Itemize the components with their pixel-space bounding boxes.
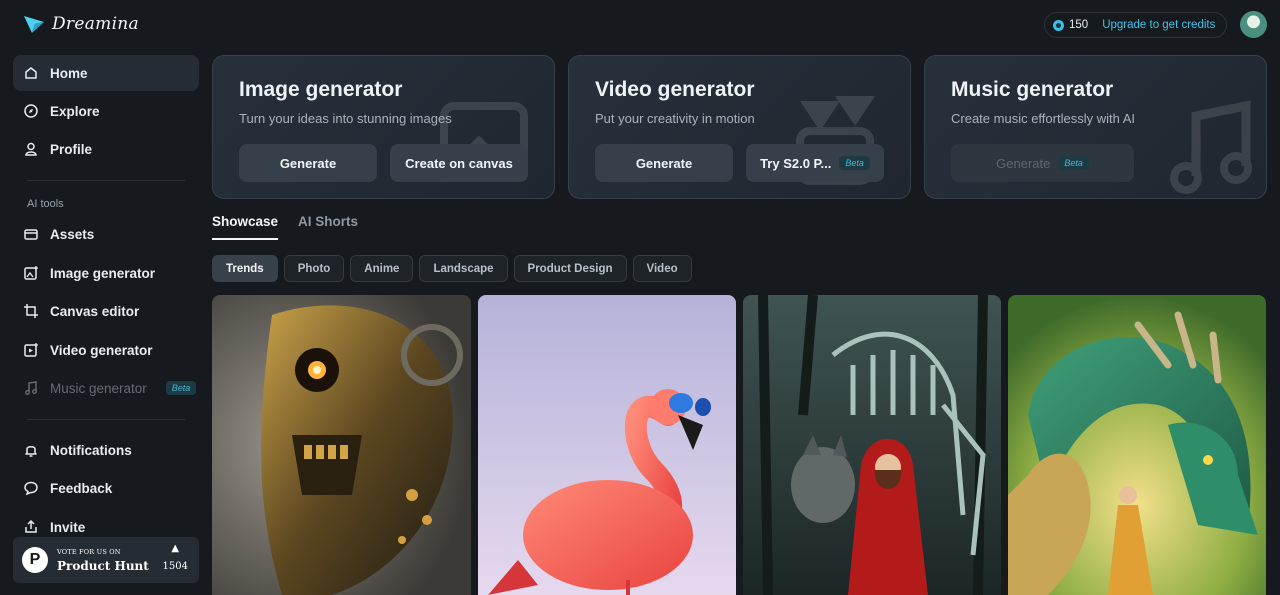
generate-image-button[interactable]: Generate	[239, 144, 377, 182]
tab-ai-shorts[interactable]: AI Shorts	[298, 214, 358, 240]
gallery-image-cyborg-skull[interactable]	[212, 295, 471, 595]
sidebar-item-home[interactable]: Home	[13, 55, 199, 91]
card-title: Image generator	[239, 78, 403, 101]
divider	[27, 180, 185, 181]
try-s2-button[interactable]: Try S2.0 P... Beta	[746, 144, 884, 182]
image-plus-icon	[23, 265, 39, 281]
avatar[interactable]	[1240, 11, 1267, 38]
beta-badge: Beta	[1058, 156, 1089, 170]
sidebar-item-label: Profile	[50, 141, 93, 157]
sidebar-item-label: Notifications	[50, 442, 132, 458]
chip-landscape[interactable]: Landscape	[419, 255, 508, 282]
generate-video-button[interactable]: Generate	[595, 144, 733, 182]
video-generator-card: Video generator Put your creativity in m…	[568, 55, 911, 199]
tab-showcase[interactable]: Showcase	[212, 214, 279, 240]
sidebar-item-video-generator[interactable]: Video generator	[13, 332, 199, 368]
card-subtitle: Create music effortlessly with AI	[951, 111, 1135, 126]
image-generator-card: Image generator Turn your ideas into stu…	[212, 55, 555, 199]
showcase-tabs: Showcase AI Shorts	[212, 214, 358, 240]
sidebar-item-canvas-editor[interactable]: Canvas editor	[13, 293, 199, 329]
product-hunt-logo: P	[22, 547, 48, 573]
card-subtitle: Put your creativity in motion	[595, 111, 755, 126]
gallery-image-green-dragon[interactable]	[1008, 295, 1266, 595]
app-name: Dreamina	[52, 14, 139, 34]
card-title: Music generator	[951, 78, 1114, 101]
sidebar-item-notifications[interactable]: Notifications	[13, 432, 199, 468]
sidebar-item-assets[interactable]: Assets	[13, 216, 199, 252]
dreamina-logo[interactable]: Dreamina	[22, 10, 139, 38]
sidebar-item-label: Explore	[50, 103, 100, 119]
chip-anime[interactable]: Anime	[350, 255, 414, 282]
category-filters: Trends Photo Anime Landscape Product Des…	[212, 255, 692, 282]
chat-bubble-icon	[23, 480, 39, 496]
chip-photo[interactable]: Photo	[283, 255, 345, 282]
sidebar-item-label: Video generator	[50, 342, 153, 358]
button-label: Try S2.0 P...	[760, 155, 832, 171]
sidebar-item-label: Feedback	[50, 480, 113, 496]
button-label: Generate	[635, 155, 693, 171]
button-label: Generate	[279, 155, 337, 171]
sidebar-item-image-generator[interactable]: Image generator	[13, 255, 199, 291]
divider	[27, 419, 185, 420]
compass-icon	[23, 103, 39, 119]
chip-video[interactable]: Video	[632, 255, 692, 282]
sidebar-item-label: Canvas editor	[50, 303, 140, 319]
sidebar-item-feedback[interactable]: Feedback	[13, 470, 199, 506]
button-label: Create on canvas	[405, 155, 513, 171]
sidebar-item-music-generator[interactable]: Music generator Beta	[13, 370, 199, 406]
sidebar-item-label: Invite	[50, 519, 86, 535]
video-plus-icon	[23, 342, 39, 358]
card-subtitle: Turn your ideas into stunning images	[239, 111, 452, 126]
credit-coin-icon	[1053, 19, 1064, 31]
sidebar-item-label: Assets	[50, 226, 95, 242]
chip-product-design[interactable]: Product Design	[513, 255, 627, 282]
product-hunt-badge[interactable]: P VOTE FOR US ON Product Hunt ▲ 1504	[13, 537, 199, 583]
user-icon	[23, 141, 39, 157]
share-icon	[23, 519, 39, 535]
sidebar-item-label: Image generator	[50, 265, 156, 281]
create-on-canvas-button[interactable]: Create on canvas	[390, 144, 528, 182]
credit-count: 150	[1069, 19, 1089, 31]
crop-icon	[23, 303, 39, 319]
logo-icon	[24, 16, 44, 33]
credits-pill[interactable]: 150 Upgrade to get credits	[1044, 12, 1227, 38]
card-title: Video generator	[595, 78, 755, 101]
upvote-triangle-icon: ▲	[171, 543, 180, 554]
sidebar-item-profile[interactable]: Profile	[13, 131, 199, 167]
music-generator-card: Music generator Create music effortlessl…	[924, 55, 1267, 199]
section-label-ai-tools: AI tools	[27, 198, 64, 210]
sidebar-item-label: Music generator	[50, 380, 147, 396]
generate-music-button[interactable]: Generate Beta	[951, 144, 1134, 182]
music-note-icon	[23, 380, 39, 396]
sidebar-item-label: Home	[50, 65, 88, 81]
upgrade-link[interactable]: Upgrade to get credits	[1102, 19, 1215, 31]
bell-icon	[23, 442, 39, 458]
product-hunt-caption: VOTE FOR US ON	[57, 547, 121, 556]
chip-trends[interactable]: Trends	[212, 255, 278, 282]
home-icon	[23, 65, 39, 81]
sidebar: Dreamina Home Explore Profile AI tools A…	[0, 0, 212, 590]
sidebar-item-explore[interactable]: Explore	[13, 93, 199, 129]
product-hunt-name: Product Hunt	[57, 558, 149, 573]
folder-icon	[23, 226, 39, 242]
button-label: Generate	[996, 155, 1051, 171]
beta-badge: Beta	[839, 156, 870, 170]
music-deco-icon	[1170, 100, 1252, 194]
gallery-image-flamingo[interactable]	[478, 295, 736, 595]
beta-badge: Beta	[165, 381, 197, 395]
gallery-image-red-riding-hood[interactable]	[743, 295, 1001, 595]
vote-count: 1504	[162, 561, 188, 572]
